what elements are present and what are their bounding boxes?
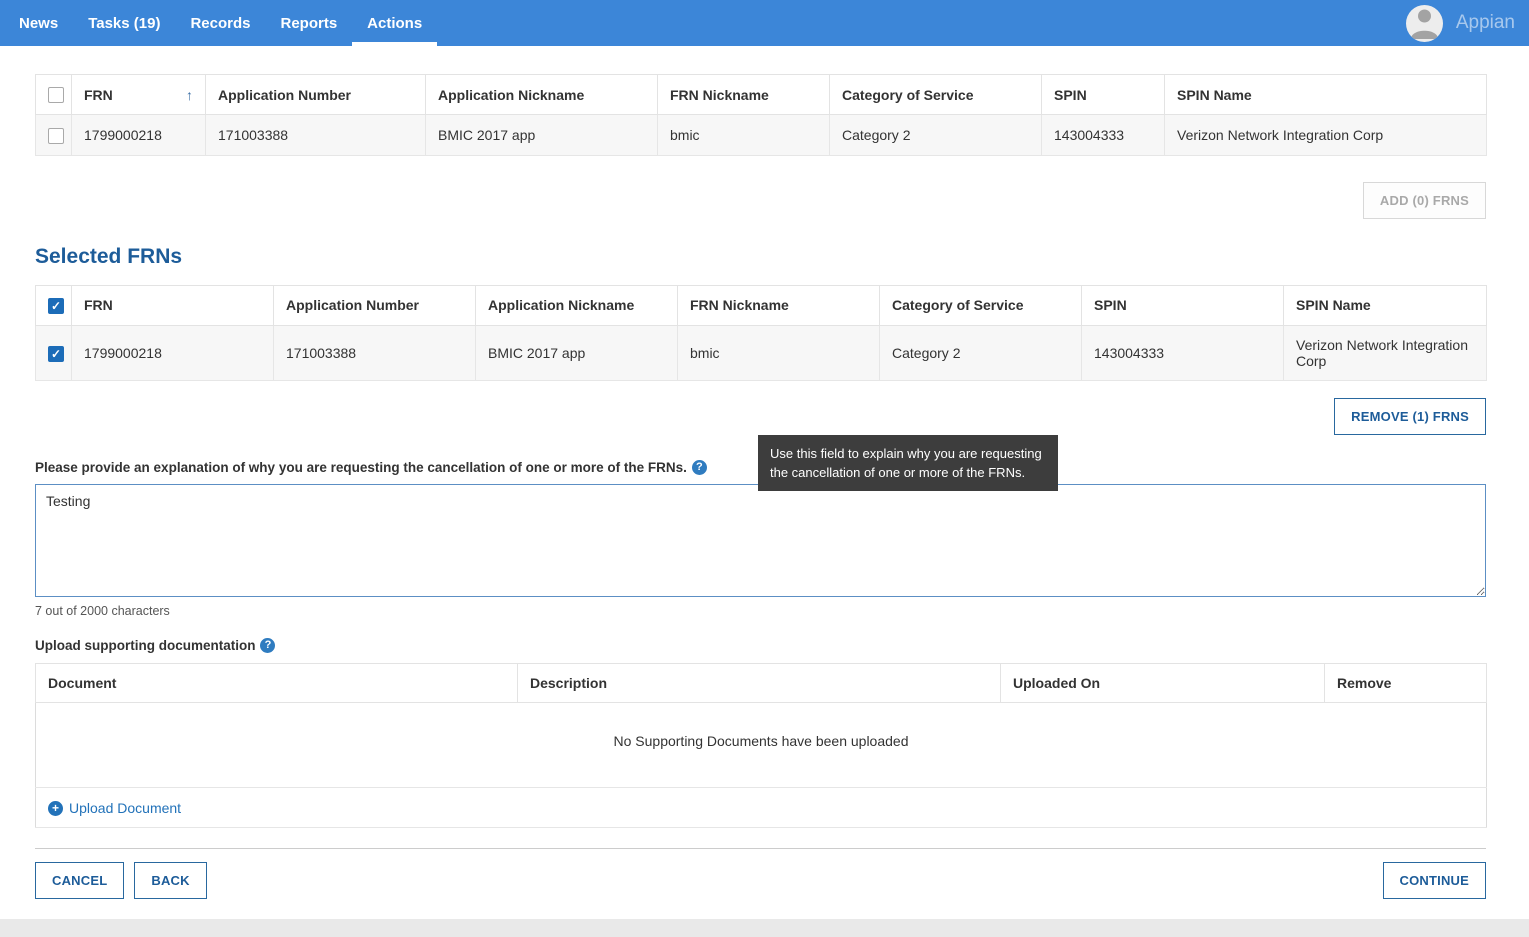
row-checkbox[interactable] (48, 346, 64, 362)
nav-item-actions[interactable]: Actions (352, 0, 437, 46)
add-frns-button[interactable]: ADD (0) FRNS (1363, 182, 1486, 219)
column-header-category-of-service: Category of Service (880, 285, 1082, 325)
column-header-application-number: Application Number (274, 285, 476, 325)
column-header-remove: Remove (1325, 663, 1487, 702)
help-icon[interactable]: ? (260, 638, 275, 653)
select-all-header-cell (36, 75, 72, 115)
column-header-application-nickname: Application Nickname (426, 75, 658, 115)
nav-item-reports[interactable]: Reports (265, 0, 352, 46)
top-navigation: News Tasks (19) Records Reports Actions … (0, 0, 1529, 46)
cell-category-of-service: Category 2 (880, 325, 1082, 380)
cell-frn: 1799000218 (72, 115, 206, 155)
main-content: FRN ↑ Application Number Application Nick… (0, 46, 1529, 919)
continue-button[interactable]: CONTINUE (1383, 862, 1487, 899)
column-header-application-nickname: Application Nickname (476, 285, 678, 325)
cell-application-nickname: BMIC 2017 app (426, 115, 658, 155)
nav-item-label: News (19, 15, 58, 32)
row-checkbox-cell (36, 115, 72, 155)
cell-frn-nickname: bmic (658, 115, 830, 155)
character-count: 7 out of 2000 characters (35, 604, 1486, 618)
table-header-row: FRN Application Number Application Nickn… (36, 285, 1487, 325)
upload-link-cell: + Upload Document (36, 787, 1487, 828)
table-row: 1799000218 171003388 BMIC 2017 app bmic … (36, 115, 1487, 155)
select-all-checkbox[interactable] (48, 87, 64, 103)
nav-item-label: Reports (280, 15, 337, 32)
frn-results-table: FRN ↑ Application Number Application Nick… (35, 74, 1487, 156)
footer-button-bar: CANCEL BACK CONTINUE (35, 862, 1486, 899)
nav-item-news[interactable]: News (4, 0, 73, 46)
cell-application-number: 171003388 (274, 325, 476, 380)
remove-frns-row: REMOVE (1) FRNS (35, 398, 1486, 435)
cell-spin-name: Verizon Network Integration Corp (1165, 115, 1487, 155)
upload-link-row: + Upload Document (36, 787, 1487, 828)
nav-item-label: Actions (367, 15, 422, 32)
person-icon (1406, 5, 1443, 42)
column-header-label: FRN (84, 87, 113, 103)
help-icon[interactable]: ? (692, 460, 707, 475)
column-header-spin-name: SPIN Name (1284, 285, 1487, 325)
cell-frn: 1799000218 (72, 325, 274, 380)
explanation-section: Please provide an explanation of why you… (35, 459, 1486, 618)
column-header-document: Document (36, 663, 518, 702)
plus-icon: + (48, 801, 63, 816)
column-header-category-of-service: Category of Service (830, 75, 1042, 115)
column-header-frn-nickname: FRN Nickname (678, 285, 880, 325)
explanation-label: Please provide an explanation of why you… (35, 460, 687, 475)
row-checkbox[interactable] (48, 128, 64, 144)
column-header-frn[interactable]: FRN ↑ (72, 75, 206, 115)
nav-item-records[interactable]: Records (175, 0, 265, 46)
cell-spin: 143004333 (1042, 115, 1165, 155)
upload-documents-table: Document Description Uploaded On Remove … (35, 663, 1487, 829)
remove-frns-button[interactable]: REMOVE (1) FRNS (1334, 398, 1486, 435)
nav-right-group: Appian (1406, 0, 1515, 46)
cell-category-of-service: Category 2 (830, 115, 1042, 155)
user-avatar[interactable] (1406, 5, 1443, 42)
add-frns-row: ADD (0) FRNS (35, 182, 1486, 219)
empty-state-row: No Supporting Documents have been upload… (36, 702, 1487, 787)
cell-application-number: 171003388 (206, 115, 426, 155)
help-tooltip: Use this field to explain why you are re… (758, 435, 1058, 491)
select-all-checkbox[interactable] (48, 298, 64, 314)
selected-frns-heading: Selected FRNs (35, 245, 1486, 269)
table-header-row: Document Description Uploaded On Remove (36, 663, 1487, 702)
column-header-spin: SPIN (1082, 285, 1284, 325)
nav-item-tasks[interactable]: Tasks (19) (73, 0, 175, 46)
upload-label-row: Upload supporting documentation? (35, 638, 1486, 653)
cell-spin-name: Verizon Network Integration Corp (1284, 325, 1487, 380)
upload-documentation-label: Upload supporting documentation (35, 638, 255, 653)
sort-ascending-icon[interactable]: ↑ (186, 87, 193, 103)
column-header-description: Description (518, 663, 1001, 702)
column-header-application-number: Application Number (206, 75, 426, 115)
cell-frn-nickname: bmic (678, 325, 880, 380)
upload-document-link-label: Upload Document (69, 800, 181, 816)
row-checkbox-cell (36, 325, 72, 380)
select-all-header-cell (36, 285, 72, 325)
column-header-spin-name: SPIN Name (1165, 75, 1487, 115)
footer-divider (35, 848, 1486, 849)
appian-brand-text: Appian (1456, 12, 1515, 34)
selected-frns-table: FRN Application Number Application Nickn… (35, 285, 1487, 381)
cancel-button[interactable]: CANCEL (35, 862, 124, 899)
nav-item-label: Tasks (19) (88, 15, 160, 32)
explanation-textarea[interactable]: Testing (35, 484, 1486, 597)
no-documents-message: No Supporting Documents have been upload… (36, 702, 1487, 787)
column-header-frn: FRN (72, 285, 274, 325)
upload-document-link[interactable]: + Upload Document (48, 800, 181, 816)
column-header-frn-nickname: FRN Nickname (658, 75, 830, 115)
back-button[interactable]: BACK (134, 862, 206, 899)
cell-application-nickname: BMIC 2017 app (476, 325, 678, 380)
table-row: 1799000218 171003388 BMIC 2017 app bmic … (36, 325, 1487, 380)
cell-spin: 143004333 (1082, 325, 1284, 380)
column-header-uploaded-on: Uploaded On (1001, 663, 1325, 702)
column-header-spin: SPIN (1042, 75, 1165, 115)
table-header-row: FRN ↑ Application Number Application Nick… (36, 75, 1487, 115)
nav-item-label: Records (190, 15, 250, 32)
